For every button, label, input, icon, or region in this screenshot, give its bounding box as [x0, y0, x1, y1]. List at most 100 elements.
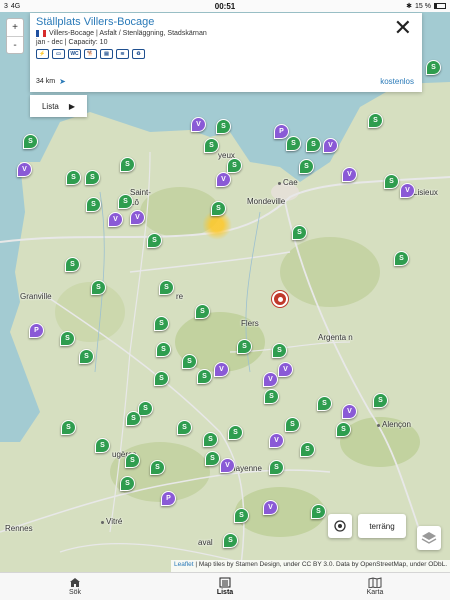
map-marker-v[interactable]: V: [214, 362, 229, 377]
map-marker-s[interactable]: S: [394, 251, 409, 266]
close-button[interactable]: ✕: [394, 17, 412, 39]
map-marker-s[interactable]: S: [66, 170, 81, 185]
map-marker-s[interactable]: S: [154, 371, 169, 386]
map-marker-s[interactable]: S: [300, 442, 315, 457]
map-marker-s[interactable]: S: [138, 401, 153, 416]
map-marker-s[interactable]: S: [286, 136, 301, 151]
map-marker-s[interactable]: S: [306, 137, 321, 152]
map-marker-s[interactable]: S: [156, 342, 171, 357]
map-marker-v[interactable]: V: [17, 162, 32, 177]
map-marker-s[interactable]: S: [61, 420, 76, 435]
map-marker-s[interactable]: S: [223, 533, 238, 548]
map-marker-s[interactable]: S: [211, 201, 226, 216]
attribution-text: CC BY 3.0: [301, 561, 333, 568]
map-marker-s[interactable]: S: [150, 460, 165, 475]
map-marker-v[interactable]: V: [216, 172, 231, 187]
map-marker-s[interactable]: S: [79, 349, 94, 364]
map-marker-s[interactable]: S: [426, 60, 441, 75]
map-marker-s[interactable]: S: [317, 396, 332, 411]
map-marker-s[interactable]: S: [159, 280, 174, 295]
map-marker-s[interactable]: S: [197, 369, 212, 384]
map-marker-s[interactable]: S: [272, 343, 287, 358]
map-marker-s[interactable]: S: [85, 170, 100, 185]
map-marker-v[interactable]: V: [269, 433, 284, 448]
map-marker-s[interactable]: S: [384, 174, 399, 189]
map-marker-s[interactable]: S: [205, 451, 220, 466]
location-card[interactable]: Ställplats Villers-Bocage Villers-Bocage…: [30, 13, 422, 92]
map-marker-s[interactable]: S: [120, 476, 135, 491]
map-marker-s[interactable]: S: [147, 233, 162, 248]
map-marker-v[interactable]: V: [400, 183, 415, 198]
tab-sok[interactable]: Sök: [0, 573, 150, 600]
map-marker-s[interactable]: S: [23, 134, 38, 149]
map-marker-v[interactable]: V: [130, 210, 145, 225]
map-marker-v[interactable]: V: [220, 458, 235, 473]
zoom-in-button[interactable]: +: [7, 19, 23, 36]
map-marker-s[interactable]: S: [336, 422, 351, 437]
map-marker-v[interactable]: V: [342, 167, 357, 182]
map-marker-s[interactable]: S: [154, 316, 169, 331]
zoom-out-button[interactable]: -: [7, 36, 23, 53]
map-marker-v[interactable]: V: [263, 372, 278, 387]
map-marker-p[interactable]: P: [161, 491, 176, 506]
marker-letter: S: [209, 142, 214, 149]
map-marker-s[interactable]: S: [292, 225, 307, 240]
map-marker-v[interactable]: V: [191, 117, 206, 132]
list-toggle-button[interactable]: Lista ▶: [30, 95, 87, 117]
marker-letter: S: [208, 436, 213, 443]
map-marker-v[interactable]: V: [323, 138, 338, 153]
map-marker-s[interactable]: S: [216, 119, 231, 134]
tab-karta[interactable]: Karta: [300, 573, 450, 600]
map-marker-s[interactable]: S: [368, 113, 383, 128]
map-marker-s[interactable]: S: [234, 508, 249, 523]
marker-letter: S: [164, 284, 169, 291]
layers-button[interactable]: [417, 526, 441, 550]
navigate-icon[interactable]: ➤: [59, 77, 66, 86]
attribution-text: .: [445, 561, 447, 568]
map-marker-v[interactable]: V: [108, 212, 123, 227]
map-marker-s[interactable]: S: [118, 194, 133, 209]
map-marker-s[interactable]: S: [227, 158, 242, 173]
tab-lista[interactable]: Lista: [150, 573, 300, 600]
map-marker-s[interactable]: S: [373, 393, 388, 408]
map-marker-s[interactable]: S: [228, 425, 243, 440]
map-marker-s[interactable]: S: [125, 453, 140, 468]
current-location-marker[interactable]: [272, 291, 288, 307]
map-marker-p[interactable]: P: [274, 124, 289, 139]
marker-letter: S: [373, 117, 378, 124]
place-saint-lo: Saint- Lô: [130, 188, 151, 207]
map-marker-s[interactable]: S: [237, 339, 252, 354]
map-marker-s[interactable]: S: [177, 420, 192, 435]
location-title[interactable]: Ställplats Villers-Bocage: [36, 16, 416, 28]
leaflet-link[interactable]: Leaflet: [174, 561, 194, 568]
marker-letter: S: [202, 373, 207, 380]
place-vitre: Vitré: [106, 517, 123, 526]
map-marker-s[interactable]: S: [60, 331, 75, 346]
map-marker-s[interactable]: S: [95, 438, 110, 453]
terrain-button[interactable]: terräng: [358, 514, 406, 538]
location-subtitle-row: Villers-Bocage | Asfalt / Stenläggning, …: [36, 30, 416, 37]
map-marker-s[interactable]: S: [299, 159, 314, 174]
bottom-tab-bar: Sök Lista Karta: [0, 572, 450, 600]
map-marker-s[interactable]: S: [203, 432, 218, 447]
map-marker-p[interactable]: P: [29, 323, 44, 338]
map-marker-s[interactable]: S: [204, 138, 219, 153]
map-marker-s[interactable]: S: [285, 417, 300, 432]
map-marker-s[interactable]: S: [269, 460, 284, 475]
map-marker-v[interactable]: V: [278, 362, 293, 377]
locate-button[interactable]: [328, 514, 352, 538]
map-marker-s[interactable]: S: [311, 504, 326, 519]
marker-letter: S: [311, 141, 316, 148]
map-marker-s[interactable]: S: [120, 157, 135, 172]
marker-letter: S: [399, 255, 404, 262]
map-marker-s[interactable]: S: [195, 304, 210, 319]
map-marker-s[interactable]: S: [65, 257, 80, 272]
map-marker-s[interactable]: S: [182, 354, 197, 369]
map-marker-s[interactable]: S: [86, 197, 101, 212]
map-marker-s[interactable]: S: [91, 280, 106, 295]
map-marker-s[interactable]: S: [264, 389, 279, 404]
marker-letter: S: [210, 455, 215, 462]
map-marker-v[interactable]: V: [342, 404, 357, 419]
map-marker-s[interactable]: S: [126, 411, 141, 426]
map-marker-v[interactable]: V: [263, 500, 278, 515]
